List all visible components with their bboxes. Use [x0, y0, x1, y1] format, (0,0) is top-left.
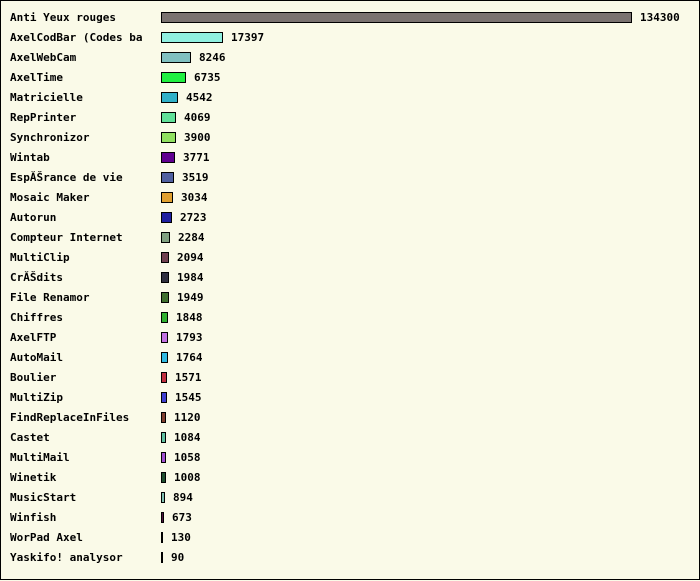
value-label: 2723: [180, 211, 207, 224]
value-label: 673: [172, 511, 192, 524]
bar: [161, 52, 191, 63]
category-label: RepPrinter: [10, 111, 77, 124]
value-label: 130: [171, 531, 191, 544]
bar: [161, 472, 166, 483]
value-label: 1848: [176, 311, 203, 324]
bar: [161, 292, 169, 303]
bar: [161, 412, 166, 423]
value-label: 90: [171, 551, 184, 564]
category-label: Compteur Internet: [10, 231, 123, 244]
value-label: 4542: [186, 91, 213, 104]
bar: [161, 12, 632, 23]
bar: [161, 172, 174, 183]
value-label: 3771: [183, 151, 210, 164]
value-label: 6735: [194, 71, 221, 84]
value-label: 3900: [184, 131, 211, 144]
category-label: MultiZip: [10, 391, 63, 404]
category-label: Winetik: [10, 471, 57, 484]
value-label: 1545: [175, 391, 202, 404]
category-label: AxelTime: [10, 71, 63, 84]
bar: [161, 392, 167, 403]
bar: [161, 372, 167, 383]
category-label: MusicStart: [10, 491, 76, 504]
bar: [161, 552, 163, 563]
category-label: File Renamor: [10, 291, 90, 304]
value-label: 134300: [640, 11, 680, 24]
category-label: Wintab: [10, 151, 50, 164]
category-label: EspĂŠrance de vie: [10, 171, 123, 184]
value-label: 2284: [178, 231, 205, 244]
bar: [161, 212, 172, 223]
bar: [161, 492, 165, 503]
bar: [161, 252, 169, 263]
bar: [161, 452, 166, 463]
category-label: AxelFTP: [10, 331, 57, 344]
value-label: 1764: [176, 351, 203, 364]
value-label: 3034: [181, 191, 208, 204]
category-label: WorPad Axel: [10, 531, 83, 544]
category-label: Autorun: [10, 211, 56, 224]
bar: [161, 32, 223, 43]
value-label: 1008: [174, 471, 201, 484]
category-label: Anti Yeux rouges: [10, 11, 116, 24]
category-label: MultiClip: [10, 251, 70, 264]
chart-frame: Anti Yeux rouges 134300 AxelCodBar (Codes …: [0, 0, 700, 580]
value-label: 2094: [177, 251, 204, 264]
value-label: 8246: [199, 51, 226, 64]
category-label: Mosaic Maker: [10, 191, 90, 204]
value-label: 1058: [174, 451, 201, 464]
category-label: Synchronizor: [10, 131, 90, 144]
category-label: Boulier: [10, 371, 57, 384]
value-label: 1949: [177, 291, 204, 304]
value-label: 3519: [182, 171, 209, 184]
category-label: Chiffres: [10, 311, 63, 324]
bar: [161, 272, 169, 283]
bar: [161, 152, 175, 163]
bar: [161, 112, 176, 123]
bar: [161, 92, 178, 103]
bar: [161, 532, 163, 543]
bar: [161, 232, 170, 243]
bar: [161, 72, 186, 83]
value-label: 1793: [176, 331, 203, 344]
value-label: 894: [173, 491, 193, 504]
value-label: 1084: [174, 431, 201, 444]
value-label: 4069: [184, 111, 211, 124]
category-label: AxelCodBar (Codes ba: [10, 31, 142, 44]
value-label: 1120: [174, 411, 201, 424]
category-label: Castet: [10, 431, 50, 444]
category-label: CrĂŠdits: [10, 271, 63, 284]
category-label: FindReplaceInFiles: [10, 411, 129, 424]
bar: [161, 512, 164, 523]
category-label: Matricielle: [10, 91, 83, 104]
category-label: AutoMail: [10, 351, 63, 364]
value-label: 17397: [231, 31, 264, 44]
category-label: Winfish: [10, 511, 56, 524]
category-label: Yaskifo! analysor: [10, 551, 123, 564]
value-label: 1984: [177, 271, 204, 284]
category-label: AxelWebCam: [10, 51, 77, 64]
bar: [161, 352, 168, 363]
bar: [161, 432, 166, 443]
bar: [161, 332, 168, 343]
bar: [161, 132, 176, 143]
bar-chart: Anti Yeux rouges 134300 AxelCodBar (Codes …: [10, 11, 680, 564]
bar: [161, 312, 168, 323]
value-label: 1571: [175, 371, 202, 384]
category-label: MultiMail: [10, 451, 70, 464]
bar: [161, 192, 173, 203]
